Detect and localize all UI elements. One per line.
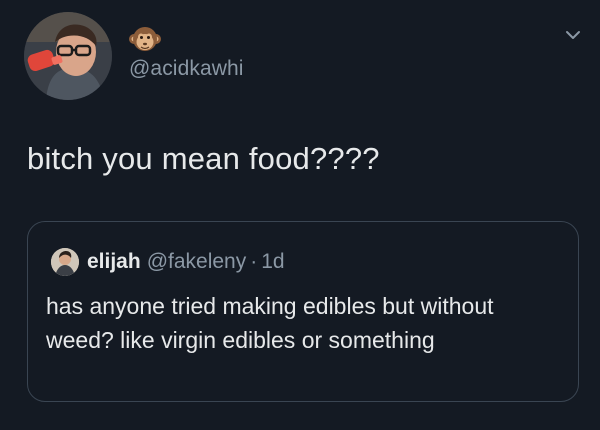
quoted-author-avatar[interactable] (51, 248, 79, 276)
author-avatar[interactable] (24, 12, 112, 100)
monkey-face-icon (129, 27, 161, 51)
quoted-author-name[interactable]: elijah (87, 250, 141, 274)
tweet: @acidkawhi bitch you mean food???? elija… (0, 0, 600, 430)
author-handle[interactable]: @acidkawhi (129, 57, 244, 81)
quoted-tweet-card[interactable]: elijah @fakeleny · 1d has anyone tried m… (27, 221, 579, 402)
quoted-time-separator: · (250, 250, 258, 273)
author-avatar-image (24, 12, 112, 100)
quoted-tweet-text: has anyone tried making edibles but with… (46, 293, 494, 353)
chevron-down-icon[interactable] (562, 24, 584, 46)
quoted-author-handle[interactable]: @fakeleny (147, 250, 247, 274)
quoted-tweet-time[interactable]: 1d (261, 250, 284, 274)
quoted-author-avatar-image (51, 248, 79, 276)
tweet-text: bitch you mean food???? (27, 141, 380, 176)
quoted-tweet-header: elijah @fakeleny · 1d (51, 248, 285, 276)
